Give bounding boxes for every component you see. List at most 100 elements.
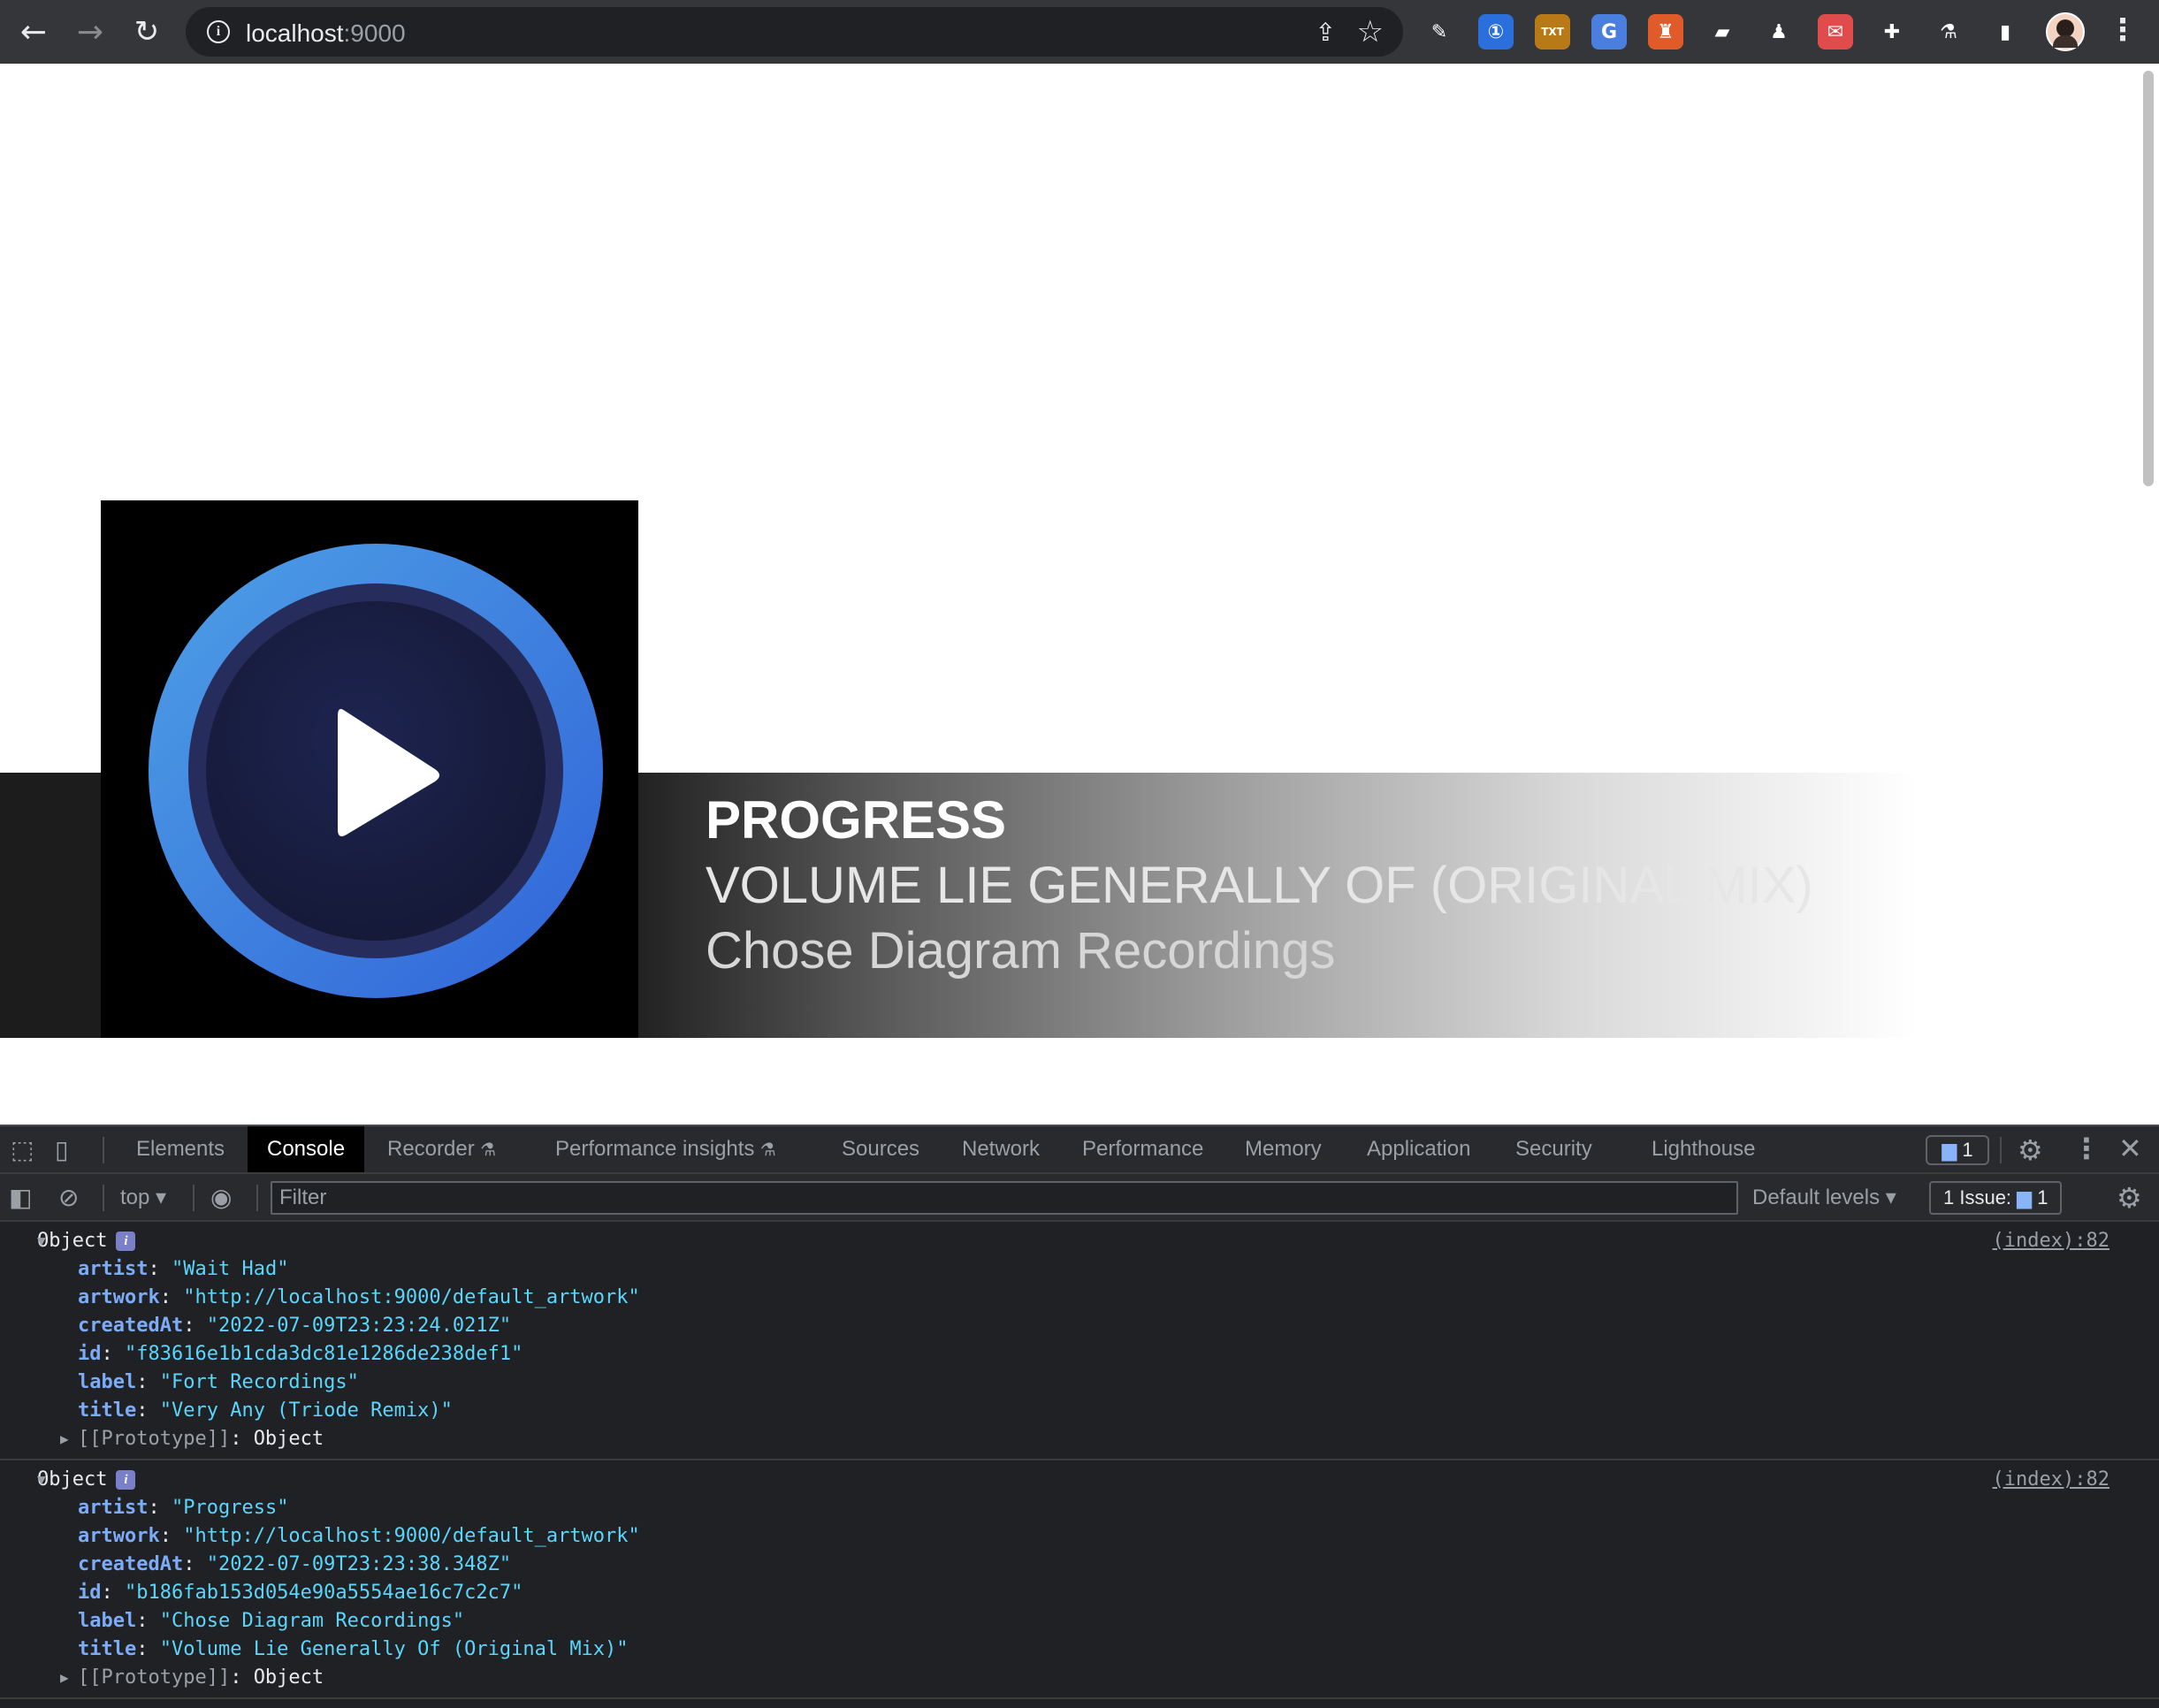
messages-badge[interactable]: ▆ 1 (1926, 1135, 1989, 1165)
devtools-tabbar: ⬚ ▯ Elements Console Recorder ⚗ Performance… (0, 1126, 2159, 1174)
prototype-row[interactable]: ▶ [[Prototype]]: Object (0, 1425, 2159, 1453)
message-icon: ▆ (1942, 1139, 1957, 1161)
artwork-play-button[interactable] (101, 500, 638, 1038)
track-artist: PROGRESS (706, 790, 1007, 850)
property-key: createdAt (78, 1315, 184, 1337)
object-header[interactable]: ▼ Object i (index):82 (0, 1466, 2159, 1494)
tab-label: Performance (1082, 1137, 1204, 1161)
puzzle-icon[interactable]: ✚ (1874, 14, 1910, 50)
card-extension-icon[interactable]: ▰ (1705, 14, 1740, 50)
source-link[interactable]: (index):82 (1993, 1227, 2109, 1255)
property-value: "Chose Diagram Recordings" (159, 1610, 465, 1632)
tab-security[interactable]: Security (1496, 1126, 1612, 1172)
colon: : (159, 1286, 184, 1308)
bookmark-star-icon[interactable]: ☆ (1357, 14, 1384, 50)
password-manager-icon[interactable]: ① (1478, 14, 1514, 50)
inspect-element-icon[interactable]: ⬚ (11, 1135, 34, 1164)
expanded-triangle-icon[interactable]: ▼ (37, 1466, 46, 1494)
tab-label: Console (267, 1137, 346, 1161)
console-entry: ▼ Object i (index):82 artist: "Progress" artw… (0, 1460, 2159, 1699)
txt-extension-icon[interactable]: TXT (1535, 14, 1570, 50)
property-value: "http://localhost:9000/default_artwork" (183, 1525, 640, 1547)
divider (103, 1137, 104, 1163)
page-scrollbar[interactable] (2143, 71, 2154, 486)
flask-icon[interactable]: ⚗ (1931, 14, 1966, 50)
back-button[interactable]: ← (12, 11, 55, 53)
property-key: id (78, 1582, 102, 1604)
settings-gear-icon[interactable]: ⚙ (2018, 1133, 2043, 1167)
property-value: "b186fab153d054e90a5554ae16c7c2c7" (125, 1582, 523, 1604)
colon: : (148, 1258, 172, 1280)
forward-button[interactable]: → (69, 11, 111, 53)
arrow-left-icon: ← (19, 13, 48, 50)
colon: : (159, 1525, 184, 1547)
castle-extension-icon[interactable]: ♜ (1648, 14, 1683, 50)
tab-performance[interactable]: Performance (1063, 1126, 1223, 1172)
info-icon[interactable]: i (116, 1231, 136, 1251)
issues-button[interactable]: 1 Issue: ▆ 1 (1929, 1181, 2063, 1215)
tab-console[interactable]: Console (248, 1126, 365, 1172)
device-toolbar-icon[interactable]: ▯ (55, 1135, 68, 1164)
tab-label: Performance insights (555, 1137, 755, 1161)
info-icon[interactable]: i (207, 20, 230, 43)
colon: : (230, 1666, 254, 1689)
context-select[interactable]: top ▾ (120, 1185, 166, 1210)
clear-console-icon[interactable]: ⊘ (58, 1183, 79, 1212)
object-header[interactable]: ▼ Object i (index):82 (0, 1227, 2159, 1255)
cat-extension-icon[interactable]: ✉ (1818, 14, 1853, 50)
tab-elements[interactable]: Elements (117, 1126, 244, 1172)
address-bar[interactable]: i localhost:9000 ⇪ ☆ (186, 7, 1403, 57)
tab-label: Network (962, 1137, 1041, 1161)
tab-recorder[interactable]: Recorder ⚗ (368, 1126, 515, 1172)
collapsed-triangle-icon[interactable]: ▶ (60, 1425, 69, 1453)
colon: : (101, 1582, 125, 1604)
browser-menu-icon[interactable]: ⋮ (2108, 12, 2138, 48)
log-levels-dropdown[interactable]: Default levels ▾ (1752, 1185, 1896, 1210)
console-output: ▼ Object i (index):82 artist: "Wait Had" artw… (0, 1222, 2159, 1708)
tab-label: Memory (1245, 1137, 1322, 1161)
sidepanel-icon[interactable]: ▮ (1987, 14, 2023, 50)
property-key: artist (78, 1497, 149, 1519)
colon: : (148, 1497, 172, 1519)
info-icon[interactable]: i (116, 1470, 136, 1490)
eye-icon[interactable]: ◉ (210, 1183, 232, 1212)
levels-label: Default levels (1752, 1186, 1881, 1209)
tab-sources[interactable]: Sources (822, 1126, 939, 1172)
console-settings-icon[interactable]: ⚙ (2117, 1181, 2142, 1215)
object-property: title: "Volume Lie Generally Of (Origina… (0, 1636, 2159, 1664)
issues-count: 1 (2037, 1186, 2048, 1209)
dropdown-arrow-icon: ▾ (1885, 1186, 1896, 1209)
source-link[interactable]: (index):82 (1993, 1466, 2109, 1494)
property-key: artwork (78, 1525, 160, 1547)
profile-avatar[interactable] (2046, 12, 2085, 51)
translate-icon[interactable]: G (1591, 14, 1627, 50)
divider (2000, 1137, 2002, 1163)
prototype-row[interactable]: ▶ [[Prototype]]: Object (0, 1664, 2159, 1692)
experiment-flask-icon: ⚗ (754, 1139, 776, 1160)
tab-application[interactable]: Application (1347, 1126, 1490, 1172)
tab-label: Lighthouse (1652, 1137, 1756, 1161)
tab-memory[interactable]: Memory (1225, 1126, 1341, 1172)
object-type: Object (37, 1230, 108, 1252)
devtools-panel: ⬚ ▯ Elements Console Recorder ⚗ Performance… (0, 1125, 2159, 1708)
url-host: localhost (246, 19, 344, 47)
share-icon[interactable]: ⇪ (1316, 18, 1336, 47)
tab-lighthouse[interactable]: Lighthouse (1632, 1126, 1774, 1172)
expanded-triangle-icon[interactable]: ▼ (37, 1227, 46, 1255)
object-property: artwork: "http://localhost:9000/default_… (0, 1284, 2159, 1312)
object-property: title: "Very Any (Triode Remix)" (0, 1397, 2159, 1425)
ghost-extension-icon[interactable]: ♟ (1761, 14, 1797, 50)
tab-network[interactable]: Network (942, 1126, 1059, 1172)
devtools-menu-icon[interactable]: ⋮ (2072, 1132, 2101, 1165)
colon: : (136, 1610, 160, 1632)
close-devtools-icon[interactable]: ✕ (2118, 1132, 2142, 1165)
sidebar-toggle-icon[interactable]: ◧ (9, 1183, 32, 1212)
property-key: label (78, 1371, 137, 1393)
pen-extension-icon[interactable]: ✎ (1422, 14, 1457, 50)
filter-input[interactable] (271, 1181, 1738, 1215)
collapsed-triangle-icon[interactable]: ▶ (60, 1664, 69, 1692)
url-text[interactable]: localhost:9000 (246, 19, 406, 48)
tab-performance-insights[interactable]: Performance insights ⚗ (536, 1126, 796, 1172)
prototype-value: Object (253, 1666, 324, 1689)
reload-button[interactable]: ↻ (126, 11, 168, 53)
